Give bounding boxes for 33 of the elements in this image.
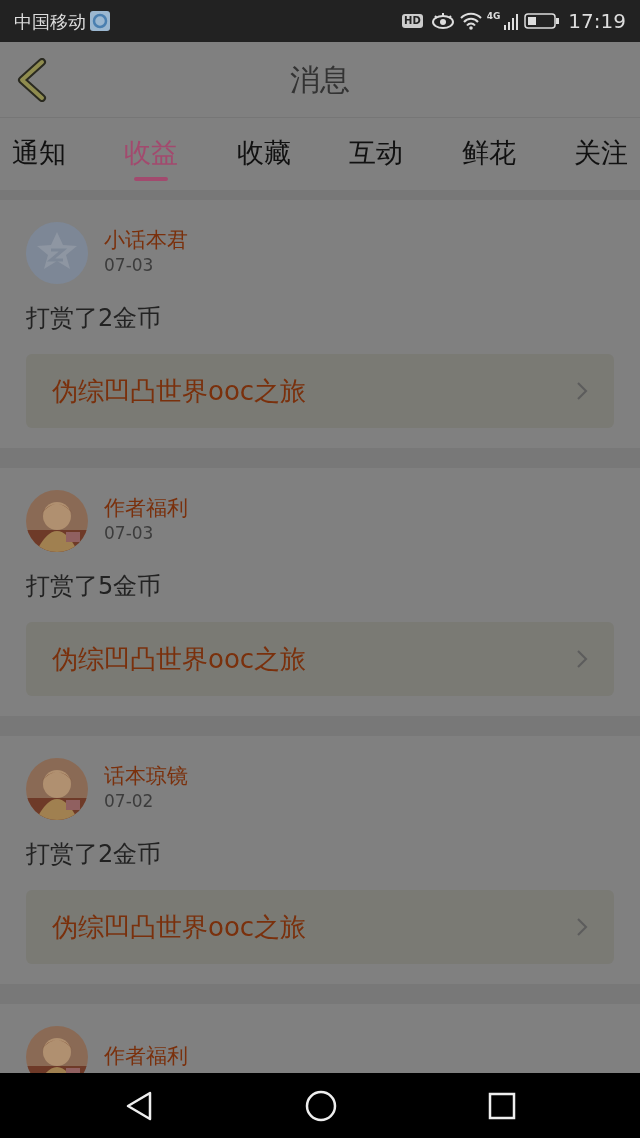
chevron-right-icon: [576, 649, 588, 669]
recents-icon[interactable]: [488, 1091, 517, 1120]
tab[interactable]: 通知: [8, 120, 70, 188]
message-date: 07-02: [104, 789, 155, 813]
chevron-right-icon: [576, 381, 588, 401]
message-date: 07-03: [104, 521, 155, 545]
eye-icon: [430, 12, 455, 30]
tab[interactable]: 鲜花: [457, 120, 520, 188]
book-link[interactable]: 伪综凹凸世界ooc之旅: [26, 354, 614, 428]
page-title: 消息: [290, 61, 350, 99]
message-date: 07-03: [104, 253, 155, 277]
app-icon: [90, 11, 110, 31]
message-text: 打赏了2金币: [26, 303, 163, 334]
book-link[interactable]: 伪综凹凸世界ooc之旅: [26, 622, 614, 696]
chevron-right-icon: [576, 917, 588, 937]
sender-name[interactable]: 小话本君: [104, 227, 188, 253]
book-link[interactable]: 伪综凹凸世界ooc之旅: [26, 890, 614, 964]
sender-name[interactable]: 话本琼镜: [104, 763, 188, 789]
signal-icon: [504, 12, 521, 30]
sender-name[interactable]: 作者福利: [104, 495, 188, 521]
message-text: 打赏了2金币: [26, 839, 163, 870]
clock-time: 17:19: [568, 8, 626, 35]
carrier-name: 中国移动: [14, 9, 86, 34]
battery-icon: [524, 12, 561, 30]
home-icon[interactable]: [305, 1089, 337, 1122]
tab[interactable]: 关注: [569, 120, 632, 188]
network-label: 4G: [486, 10, 501, 23]
tab[interactable]: 互动: [345, 120, 408, 188]
sender-name[interactable]: 作者福利: [104, 1044, 188, 1070]
tab[interactable]: 收藏: [232, 120, 295, 188]
message-text: 打赏了5金币: [26, 571, 163, 602]
wifi-icon: [458, 12, 483, 30]
hd-badge: HD: [402, 14, 423, 28]
